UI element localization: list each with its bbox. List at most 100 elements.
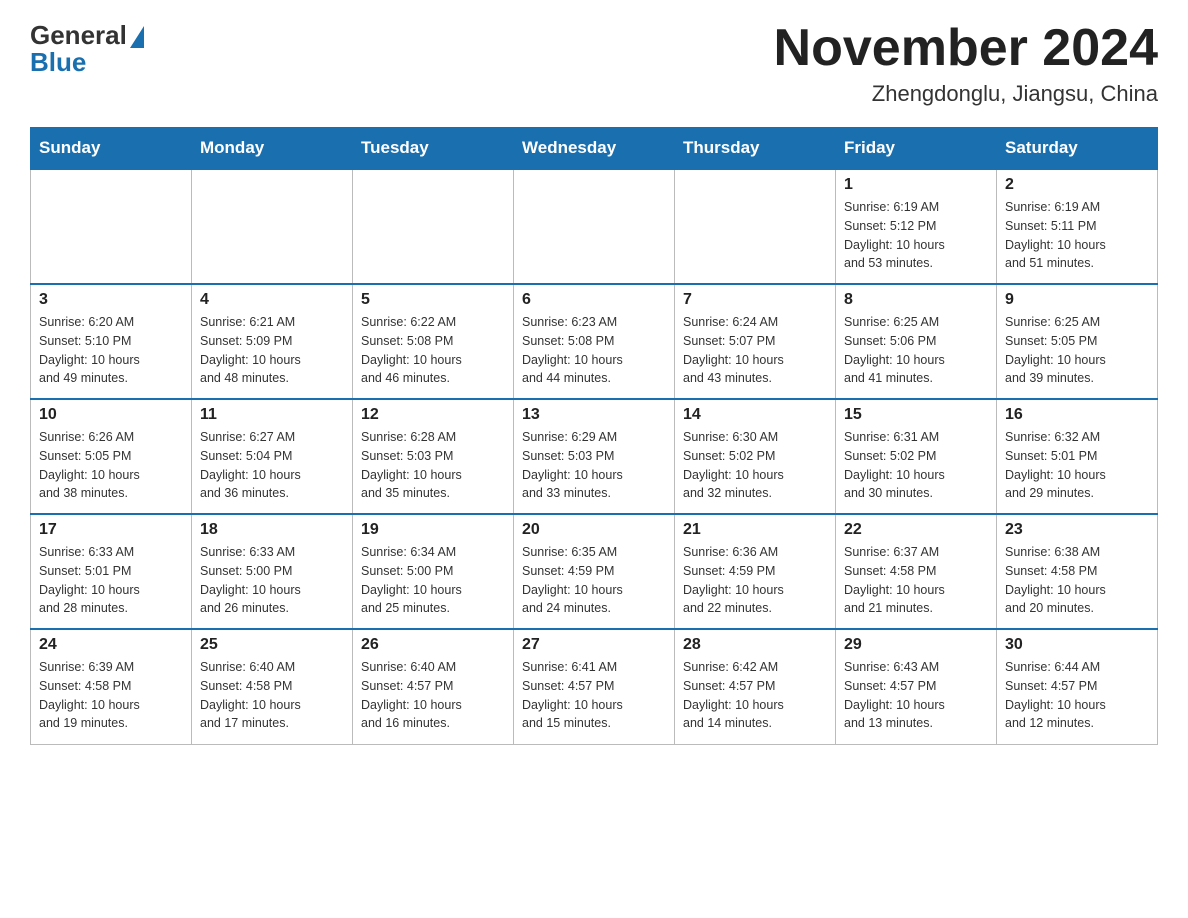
day-info: Sunrise: 6:22 AM Sunset: 5:08 PM Dayligh… — [361, 313, 505, 388]
day-info: Sunrise: 6:26 AM Sunset: 5:05 PM Dayligh… — [39, 428, 183, 503]
day-number: 18 — [200, 521, 344, 539]
calendar-cell — [192, 169, 353, 284]
calendar-cell: 17 Sunrise: 6:33 AM Sunset: 5:01 PM Dayli… — [31, 514, 192, 629]
day-number: 30 — [1005, 636, 1149, 654]
day-number: 20 — [522, 521, 666, 539]
day-info: Sunrise: 6:42 AM Sunset: 4:57 PM Dayligh… — [683, 658, 827, 733]
calendar-cell — [353, 169, 514, 284]
day-info: Sunrise: 6:19 AM Sunset: 5:11 PM Dayligh… — [1005, 198, 1149, 273]
day-number: 2 — [1005, 176, 1149, 194]
week-row-3: 10 Sunrise: 6:26 AM Sunset: 5:05 PM Dayli… — [31, 399, 1158, 514]
day-info: Sunrise: 6:38 AM Sunset: 4:58 PM Dayligh… — [1005, 543, 1149, 618]
week-row-5: 24 Sunrise: 6:39 AM Sunset: 4:58 PM Dayli… — [31, 629, 1158, 744]
day-info: Sunrise: 6:19 AM Sunset: 5:12 PM Dayligh… — [844, 198, 988, 273]
week-row-1: 1Sunrise: 6:19 AM Sunset: 5:12 PM Daylig… — [31, 169, 1158, 284]
day-info: Sunrise: 6:44 AM Sunset: 4:57 PM Dayligh… — [1005, 658, 1149, 733]
calendar-header-row: Sunday Monday Tuesday Wednesday Thursday… — [31, 128, 1158, 170]
calendar-cell — [31, 169, 192, 284]
calendar-cell: 3 Sunrise: 6:20 AM Sunset: 5:10 PM Daylig… — [31, 284, 192, 399]
day-number: 22 — [844, 521, 988, 539]
calendar-cell: 25 Sunrise: 6:40 AM Sunset: 4:58 PM Dayli… — [192, 629, 353, 744]
day-number: 19 — [361, 521, 505, 539]
logo-triangle-icon — [130, 26, 144, 48]
day-info: Sunrise: 6:23 AM Sunset: 5:08 PM Dayligh… — [522, 313, 666, 388]
calendar-cell: 7 Sunrise: 6:24 AM Sunset: 5:07 PM Daylig… — [675, 284, 836, 399]
header-right: November 2024 Zhengdonglu, Jiangsu, Chin… — [774, 20, 1158, 107]
day-info: Sunrise: 6:43 AM Sunset: 4:57 PM Dayligh… — [844, 658, 988, 733]
calendar-cell: 13 Sunrise: 6:29 AM Sunset: 5:03 PM Dayli… — [514, 399, 675, 514]
calendar-cell: 10 Sunrise: 6:26 AM Sunset: 5:05 PM Dayli… — [31, 399, 192, 514]
calendar-cell: 1Sunrise: 6:19 AM Sunset: 5:12 PM Daylig… — [836, 169, 997, 284]
day-number: 3 — [39, 291, 183, 309]
day-number: 11 — [200, 406, 344, 424]
calendar-cell: 30 Sunrise: 6:44 AM Sunset: 4:57 PM Dayli… — [997, 629, 1158, 744]
day-info: Sunrise: 6:40 AM Sunset: 4:57 PM Dayligh… — [361, 658, 505, 733]
calendar-cell: 19Sunrise: 6:34 AM Sunset: 5:00 PM Dayli… — [353, 514, 514, 629]
calendar-cell: 28 Sunrise: 6:42 AM Sunset: 4:57 PM Dayli… — [675, 629, 836, 744]
day-number: 26 — [361, 636, 505, 654]
day-info: Sunrise: 6:29 AM Sunset: 5:03 PM Dayligh… — [522, 428, 666, 503]
month-title: November 2024 — [774, 20, 1158, 77]
day-number: 23 — [1005, 521, 1149, 539]
calendar-cell — [514, 169, 675, 284]
day-number: 15 — [844, 406, 988, 424]
col-saturday: Saturday — [997, 128, 1158, 170]
calendar-table: Sunday Monday Tuesday Wednesday Thursday… — [30, 127, 1158, 745]
day-number: 28 — [683, 636, 827, 654]
day-number: 21 — [683, 521, 827, 539]
col-sunday: Sunday — [31, 128, 192, 170]
day-info: Sunrise: 6:25 AM Sunset: 5:06 PM Dayligh… — [844, 313, 988, 388]
day-info: Sunrise: 6:24 AM Sunset: 5:07 PM Dayligh… — [683, 313, 827, 388]
calendar-cell: 12 Sunrise: 6:28 AM Sunset: 5:03 PM Dayli… — [353, 399, 514, 514]
calendar-cell: 20 Sunrise: 6:35 AM Sunset: 4:59 PM Dayli… — [514, 514, 675, 629]
day-info: Sunrise: 6:33 AM Sunset: 5:01 PM Dayligh… — [39, 543, 183, 618]
calendar-cell: 8 Sunrise: 6:25 AM Sunset: 5:06 PM Daylig… — [836, 284, 997, 399]
location: Zhengdonglu, Jiangsu, China — [774, 81, 1158, 107]
day-number: 24 — [39, 636, 183, 654]
day-info: Sunrise: 6:27 AM Sunset: 5:04 PM Dayligh… — [200, 428, 344, 503]
day-info: Sunrise: 6:28 AM Sunset: 5:03 PM Dayligh… — [361, 428, 505, 503]
day-info: Sunrise: 6:40 AM Sunset: 4:58 PM Dayligh… — [200, 658, 344, 733]
calendar-cell: 11 Sunrise: 6:27 AM Sunset: 5:04 PM Dayli… — [192, 399, 353, 514]
calendar-cell: 6 Sunrise: 6:23 AM Sunset: 5:08 PM Daylig… — [514, 284, 675, 399]
day-info: Sunrise: 6:20 AM Sunset: 5:10 PM Dayligh… — [39, 313, 183, 388]
calendar-cell: 15 Sunrise: 6:31 AM Sunset: 5:02 PM Dayli… — [836, 399, 997, 514]
day-number: 9 — [1005, 291, 1149, 309]
col-tuesday: Tuesday — [353, 128, 514, 170]
day-info: Sunrise: 6:35 AM Sunset: 4:59 PM Dayligh… — [522, 543, 666, 618]
day-info: Sunrise: 6:25 AM Sunset: 5:05 PM Dayligh… — [1005, 313, 1149, 388]
week-row-2: 3 Sunrise: 6:20 AM Sunset: 5:10 PM Daylig… — [31, 284, 1158, 399]
logo-blue-text: Blue — [30, 47, 86, 78]
calendar-cell — [675, 169, 836, 284]
day-number: 25 — [200, 636, 344, 654]
calendar-cell: 9 Sunrise: 6:25 AM Sunset: 5:05 PM Daylig… — [997, 284, 1158, 399]
day-number: 10 — [39, 406, 183, 424]
day-number: 5 — [361, 291, 505, 309]
day-number: 7 — [683, 291, 827, 309]
col-wednesday: Wednesday — [514, 128, 675, 170]
day-info: Sunrise: 6:21 AM Sunset: 5:09 PM Dayligh… — [200, 313, 344, 388]
col-friday: Friday — [836, 128, 997, 170]
calendar-cell: 14Sunrise: 6:30 AM Sunset: 5:02 PM Dayli… — [675, 399, 836, 514]
day-number: 13 — [522, 406, 666, 424]
day-number: 4 — [200, 291, 344, 309]
calendar-cell: 22Sunrise: 6:37 AM Sunset: 4:58 PM Dayli… — [836, 514, 997, 629]
calendar-cell: 2 Sunrise: 6:19 AM Sunset: 5:11 PM Daylig… — [997, 169, 1158, 284]
day-number: 8 — [844, 291, 988, 309]
calendar-cell: 27 Sunrise: 6:41 AM Sunset: 4:57 PM Dayli… — [514, 629, 675, 744]
day-number: 6 — [522, 291, 666, 309]
day-info: Sunrise: 6:32 AM Sunset: 5:01 PM Dayligh… — [1005, 428, 1149, 503]
page-header: General Blue November 2024 Zhengdonglu, … — [30, 20, 1158, 107]
calendar-cell: 24 Sunrise: 6:39 AM Sunset: 4:58 PM Dayli… — [31, 629, 192, 744]
day-number: 14 — [683, 406, 827, 424]
day-info: Sunrise: 6:39 AM Sunset: 4:58 PM Dayligh… — [39, 658, 183, 733]
col-monday: Monday — [192, 128, 353, 170]
day-info: Sunrise: 6:41 AM Sunset: 4:57 PM Dayligh… — [522, 658, 666, 733]
day-number: 12 — [361, 406, 505, 424]
day-info: Sunrise: 6:33 AM Sunset: 5:00 PM Dayligh… — [200, 543, 344, 618]
calendar-cell: 23 Sunrise: 6:38 AM Sunset: 4:58 PM Dayli… — [997, 514, 1158, 629]
day-number: 17 — [39, 521, 183, 539]
col-thursday: Thursday — [675, 128, 836, 170]
day-number: 27 — [522, 636, 666, 654]
day-info: Sunrise: 6:31 AM Sunset: 5:02 PM Dayligh… — [844, 428, 988, 503]
